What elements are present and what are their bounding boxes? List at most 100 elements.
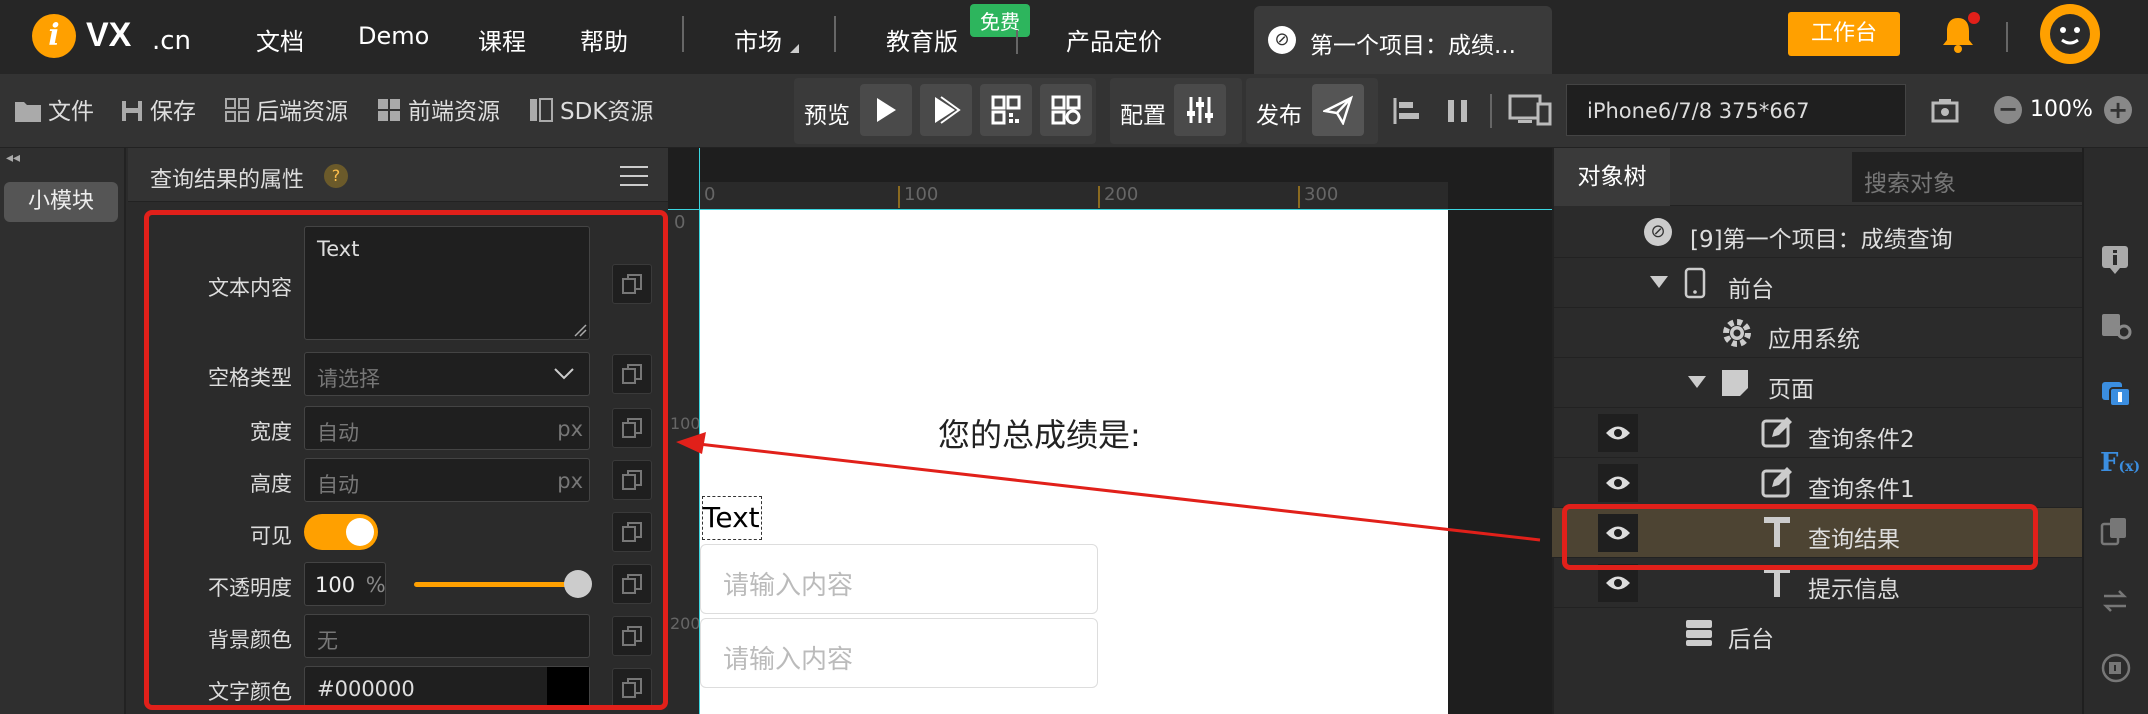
logo-text: VX — [86, 16, 132, 54]
eye-icon — [1606, 476, 1630, 490]
frontend-resources-label: 前端资源 — [408, 99, 500, 125]
zoom-in-button[interactable]: + — [2104, 96, 2132, 124]
copy-layer-icon[interactable] — [2100, 516, 2130, 550]
query-input-1[interactable]: 请输入内容 — [700, 618, 1098, 688]
sliders-icon — [1187, 97, 1213, 123]
query-input-2[interactable]: 请输入内容 — [700, 544, 1098, 614]
tree-item-label: 后台 — [1728, 627, 1774, 653]
tree-item-project[interactable]: ⊘ [9]第一个项目：成绩查询 — [1552, 208, 2082, 258]
eye-icon — [1606, 426, 1630, 440]
paper-plane-icon — [1323, 95, 1353, 125]
menu-icon[interactable] — [620, 166, 648, 186]
backend-resources-button[interactable]: 后端资源 — [224, 92, 348, 126]
device-select-value: iPhone6/7/8 375*667 — [1587, 99, 1810, 123]
publish-button[interactable] — [1312, 84, 1364, 136]
tree-item-cond1[interactable]: 查询条件1 — [1552, 458, 2082, 508]
properties-highlight-box — [144, 210, 668, 710]
project-link-icon: ⊘ — [1644, 218, 1672, 246]
vertical-ruler: 0 100 200 — [668, 210, 701, 714]
notification-dot — [1968, 12, 1980, 24]
object-search-placeholder: 搜索对象 — [1864, 171, 1956, 197]
device-select[interactable]: iPhone6/7/8 375*667 — [1566, 84, 1906, 136]
grid-filled-icon — [378, 99, 400, 121]
project-tab[interactable]: ⊘ 第一个项目：成绩... — [1254, 6, 1552, 74]
expand-arrow-icon[interactable] — [1688, 376, 1706, 388]
component-settings-icon[interactable] — [2100, 312, 2132, 346]
play-button[interactable] — [860, 84, 912, 136]
frontend-resources-button[interactable]: 前端资源 — [376, 92, 500, 126]
logo[interactable]: i VX .cn — [32, 12, 212, 62]
ruler-tick-label: 100 — [670, 414, 701, 433]
nav-education[interactable]: 教育版 — [886, 22, 958, 57]
market-dropdown-icon — [790, 44, 799, 53]
nav-demo[interactable]: Demo — [358, 22, 429, 50]
qr-code-button[interactable] — [980, 84, 1032, 136]
object-search-input[interactable]: 搜索对象 — [1852, 152, 2082, 202]
visibility-toggle[interactable] — [1598, 414, 1638, 452]
properties-header: 查询结果的属性 ? — [128, 148, 668, 202]
query-result-text-value: Text — [703, 501, 760, 534]
total-score-heading[interactable]: 您的总成绩是: — [938, 410, 1141, 456]
nav-market[interactable]: 市场 — [734, 22, 782, 57]
tree-item-label: 前台 — [1728, 277, 1774, 303]
info-icon[interactable] — [2100, 244, 2130, 280]
edit-icon — [1761, 417, 1792, 448]
properties-title: 查询结果的属性 — [150, 168, 305, 193]
bell-icon[interactable] — [1940, 12, 1980, 54]
expand-arrow-icon[interactable] — [1650, 276, 1668, 288]
nav-docs[interactable]: 文档 — [256, 22, 304, 57]
object-tree-tab[interactable]: 对象树 — [1554, 148, 1670, 206]
nav-help[interactable]: 帮助 — [580, 22, 628, 57]
workbench-button[interactable]: 工作台 — [1788, 12, 1900, 56]
avatar[interactable] — [2040, 4, 2100, 64]
tree-item-page[interactable]: 页面 — [1552, 358, 2082, 408]
visibility-toggle[interactable] — [1598, 464, 1638, 502]
nav-divider — [1016, 30, 1018, 54]
preview-label: 预览 — [804, 103, 850, 129]
toolbar-divider — [1490, 94, 1492, 128]
tree-item-cond2[interactable]: 查询条件2 — [1552, 408, 2082, 458]
collapse-icon[interactable]: ◂◂ — [6, 150, 20, 166]
tree-item-app-system[interactable]: 应用系统 — [1552, 308, 2082, 358]
module-strip: ◂◂ 小模块 — [0, 148, 126, 714]
event-info-icon[interactable] — [2100, 378, 2132, 414]
distribute-icon[interactable] — [1444, 96, 1474, 130]
publish-label: 发布 — [1256, 103, 1302, 129]
sdk-resources-button[interactable]: SDK资源 — [528, 92, 653, 126]
phone-canvas[interactable]: 您的总成绩是: Text 请输入内容 请输入内容 — [700, 210, 1448, 714]
function-icon[interactable]: F(x) — [2100, 448, 2140, 478]
screenshot-icon[interactable] — [1930, 96, 1960, 130]
query-result-text[interactable]: Text — [702, 496, 762, 540]
tree-item-label: 应用系统 — [1768, 327, 1860, 353]
project-link-icon: ⊘ — [1268, 26, 1296, 54]
data-source-icon[interactable] — [2100, 652, 2132, 688]
small-module-tab[interactable]: 小模块 — [4, 182, 118, 222]
play-icon — [877, 98, 896, 122]
save-button[interactable]: 保存 — [120, 92, 196, 126]
play-outline-button[interactable] — [920, 84, 972, 136]
top-navigation-bar: i VX .cn 文档 Demo 课程 帮助 市场 教育版 免费 产品定价 ⊘ … — [0, 0, 2148, 74]
ruler-tick-label: 200 — [1104, 184, 1139, 205]
nav-courses[interactable]: 课程 — [478, 22, 526, 57]
backend-resources-label: 后端资源 — [256, 99, 348, 125]
align-left-icon[interactable] — [1392, 96, 1422, 130]
file-label: 文件 — [48, 99, 94, 125]
eye-icon — [1606, 576, 1630, 590]
edit-icon — [1761, 467, 1792, 498]
ruler-marker — [1098, 186, 1100, 208]
save-label: 保存 — [150, 99, 196, 125]
config-button[interactable] — [1174, 84, 1226, 136]
nav-divider — [2006, 22, 2008, 52]
horizontal-ruler: 0 100 200 300 — [700, 182, 1448, 210]
ruler-marker — [1298, 186, 1300, 208]
nav-pricing[interactable]: 产品定价 — [1066, 22, 1162, 57]
tree-item-backend[interactable]: 后台 — [1552, 608, 2082, 658]
zoom-out-button[interactable]: − — [1994, 96, 2022, 124]
play-outline-icon — [935, 96, 961, 124]
swap-icon[interactable] — [2100, 586, 2130, 620]
device-icon[interactable] — [1508, 94, 1552, 132]
help-icon[interactable]: ? — [324, 164, 348, 188]
mini-program-qr-button[interactable] — [1040, 84, 1092, 136]
tree-item-frontend[interactable]: 前台 — [1552, 258, 2082, 308]
file-menu[interactable]: 文件 — [14, 92, 94, 126]
